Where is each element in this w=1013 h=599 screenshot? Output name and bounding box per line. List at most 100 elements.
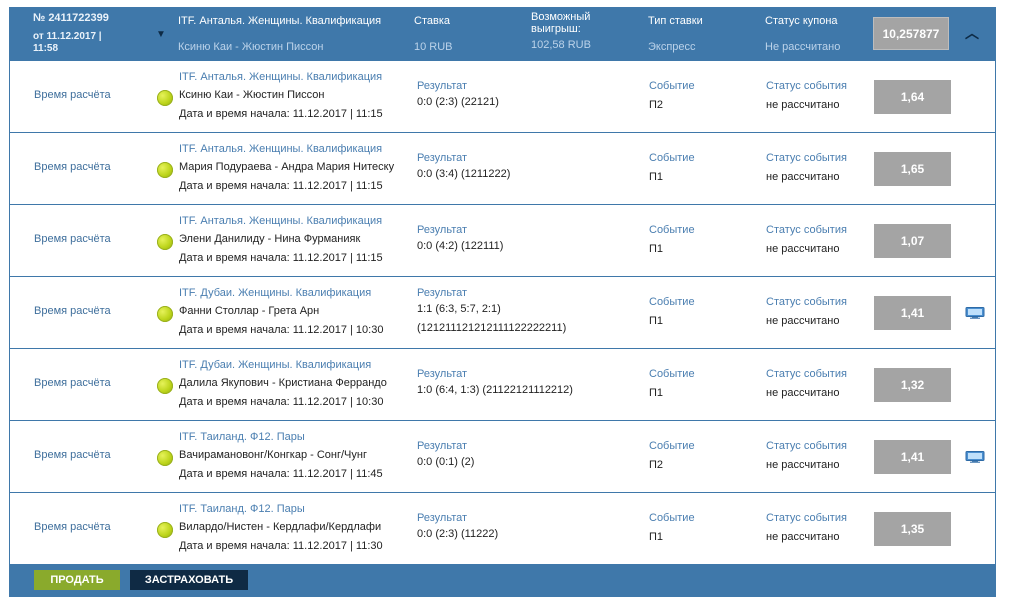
match-start: Дата и время начала: 11.12.2017 | 10:30 [179, 324, 384, 336]
result-label: Результат [417, 368, 468, 380]
calc-time-link[interactable]: Время расчёта [34, 521, 111, 533]
event-value: П1 [649, 387, 664, 399]
bet-row: Время расчёта ITF. Дубаи. Женщины. Квалиф… [10, 277, 995, 349]
result-line: 0:0 (0:1) (2) [417, 456, 475, 468]
event-value: П1 [649, 531, 664, 543]
match-start: Дата и время начала: 11.12.2017 | 11:15 [179, 108, 383, 120]
event-label: Событие [649, 80, 695, 92]
event-value: П2 [649, 99, 664, 111]
match-name: Фанни Столлар - Грета Арн [179, 305, 320, 317]
result-line: (121211121212111122222211) [417, 322, 567, 334]
coupon-footer: ПРОДАТЬ ЗАСТРАХОВАТЬ [9, 564, 996, 597]
match-name: Ксиню Каи - Жюстин Писсон [179, 89, 325, 101]
odds-box: 1,41 [874, 296, 951, 330]
coupon-status-value: Не рассчитано [765, 41, 841, 53]
event-status-label: Статус события [766, 80, 847, 92]
match-name: Элени Данилиду - Нина Фурманияк [179, 233, 361, 245]
tournament-link[interactable]: ITF. Анталья. Женщины. Квалификация [179, 215, 382, 227]
match-name: Далила Якупович - Кристиана Феррандо [179, 377, 387, 389]
result-line: 0:0 (4:2) (122111) [417, 240, 504, 252]
event-value: П1 [649, 243, 664, 255]
match-start: Дата и время начала: 11.12.2017 | 11:45 [179, 468, 383, 480]
chevron-up-icon[interactable]: ︿ [965, 23, 979, 43]
tournament-link[interactable]: ITF. Таиланд. Ф12. Пары [179, 431, 305, 443]
event-status-label: Статус события [766, 296, 847, 308]
sell-button[interactable]: ПРОДАТЬ [34, 570, 120, 590]
tennis-ball-icon [157, 522, 173, 538]
event-label: Событие [649, 152, 695, 164]
event-status-value: не рассчитано [766, 459, 840, 471]
bet-row: Время расчёта ITF. Анталья. Женщины. Квал… [10, 205, 995, 277]
event-status-label: Статус события [766, 512, 847, 524]
tv-icon[interactable] [965, 451, 985, 463]
match-name: Мария Подураева - Андра Мария Нитеску [179, 161, 395, 173]
result-line: 0:0 (2:3) (11222) [417, 528, 499, 540]
insure-button[interactable]: ЗАСТРАХОВАТЬ [130, 570, 248, 590]
tennis-ball-icon [157, 306, 173, 322]
header-win: Возможный выигрыш: 102,58 RUB [531, 11, 626, 51]
match-start: Дата и время начала: 11.12.2017 | 11:30 [179, 540, 383, 552]
coupon-header[interactable]: № 2411722399 от 11.12.2017 | 11:58 ▼ ITF… [9, 7, 996, 61]
result-line: 1:1 (6:3, 5:7, 2:1) [417, 303, 501, 315]
bet-type-value: Экспресс [648, 41, 696, 53]
event-label: Событие [649, 440, 695, 452]
event-status-value: не рассчитано [766, 171, 840, 183]
header-event: ITF. Анталья. Женщины. Квалификация Ксин… [178, 15, 381, 53]
calc-time-link[interactable]: Время расчёта [34, 449, 111, 461]
event-status-value: не рассчитано [766, 243, 840, 255]
calc-time-link[interactable]: Время расчёта [34, 233, 111, 245]
header-event-label: ITF. Анталья. Женщины. Квалификация [178, 15, 382, 27]
result-label: Результат [417, 224, 468, 236]
header-bet-type: Тип ставки Экспресс [648, 15, 703, 53]
bet-list: Время расчёта ITF. Анталья. Женщины. Квал… [9, 61, 996, 565]
odds-box: 1,32 [874, 368, 951, 402]
result-label: Результат [417, 287, 468, 299]
result-label: Результат [417, 440, 468, 452]
win-label: Возможный выигрыш: [531, 11, 591, 35]
event-status-value: не рассчитано [766, 531, 840, 543]
tournament-link[interactable]: ITF. Дубаи. Женщины. Квалификация [179, 359, 371, 371]
caret-down-icon[interactable]: ▼ [156, 29, 166, 40]
tennis-ball-icon [157, 378, 173, 394]
event-label: Событие [649, 296, 695, 308]
result-value: 0:0 (2:3) (11222) [417, 525, 498, 544]
tournament-link[interactable]: ITF. Дубаи. Женщины. Квалификация [179, 287, 371, 299]
odds-box: 1,07 [874, 224, 951, 258]
tournament-link[interactable]: ITF. Таиланд. Ф12. Пары [179, 503, 305, 515]
result-label: Результат [417, 512, 468, 524]
result-value: 1:0 (6:4, 1:3) (21122121112212) [417, 381, 573, 400]
bet-row: Время расчёта ITF. Дубаи. Женщины. Квалиф… [10, 349, 995, 421]
calc-time-link[interactable]: Время расчёта [34, 305, 111, 317]
tv-icon[interactable] [965, 307, 985, 319]
header-status: Статус купона Не рассчитано [765, 15, 840, 53]
result-line: 0:0 (2:3) (22121) [417, 96, 499, 108]
tennis-ball-icon [157, 90, 173, 106]
event-value: П1 [649, 315, 664, 327]
header-stake: Ставка 10 RUB [414, 15, 453, 53]
tennis-ball-icon [157, 234, 173, 250]
match-name: Вачирамановонг/Конгкар - Сонг/Чунг [179, 449, 367, 461]
event-status-label: Статус события [766, 224, 847, 236]
match-name: Вилардо/Нистен - Кердлафи/Кердлафи [179, 521, 382, 533]
stake-label: Ставка [414, 15, 450, 27]
coupon-status-label: Статус купона [765, 15, 838, 27]
stake-value: 10 RUB [414, 41, 453, 53]
result-value: 0:0 (2:3) (22121) [417, 93, 499, 112]
calc-time-link[interactable]: Время расчёта [34, 89, 111, 101]
calc-time-link[interactable]: Время расчёта [34, 377, 111, 389]
event-status-value: не рассчитано [766, 99, 840, 111]
event-value: П1 [649, 171, 664, 183]
result-value: 1:1 (6:3, 5:7, 2:1) (12121112121211112222… [417, 300, 566, 338]
result-label: Результат [417, 80, 468, 92]
coupon-date: от 11.12.2017 | 11:58 [33, 31, 102, 54]
header-event-players: Ксиню Каи - Жюстин Писсон [178, 41, 324, 53]
calc-time-link[interactable]: Время расчёта [34, 161, 111, 173]
result-line: 1:0 (6:4, 1:3) (21122121112212) [417, 384, 573, 396]
win-value: 102,58 RUB [531, 39, 591, 51]
bet-row: Время расчёта ITF. Анталья. Женщины. Квал… [10, 133, 995, 205]
result-value: 0:0 (4:2) (122111) [417, 237, 503, 256]
tournament-link[interactable]: ITF. Анталья. Женщины. Квалификация [179, 143, 382, 155]
tournament-link[interactable]: ITF. Анталья. Женщины. Квалификация [179, 71, 382, 83]
match-start: Дата и время начала: 11.12.2017 | 11:15 [179, 252, 383, 264]
event-value: П2 [649, 459, 664, 471]
